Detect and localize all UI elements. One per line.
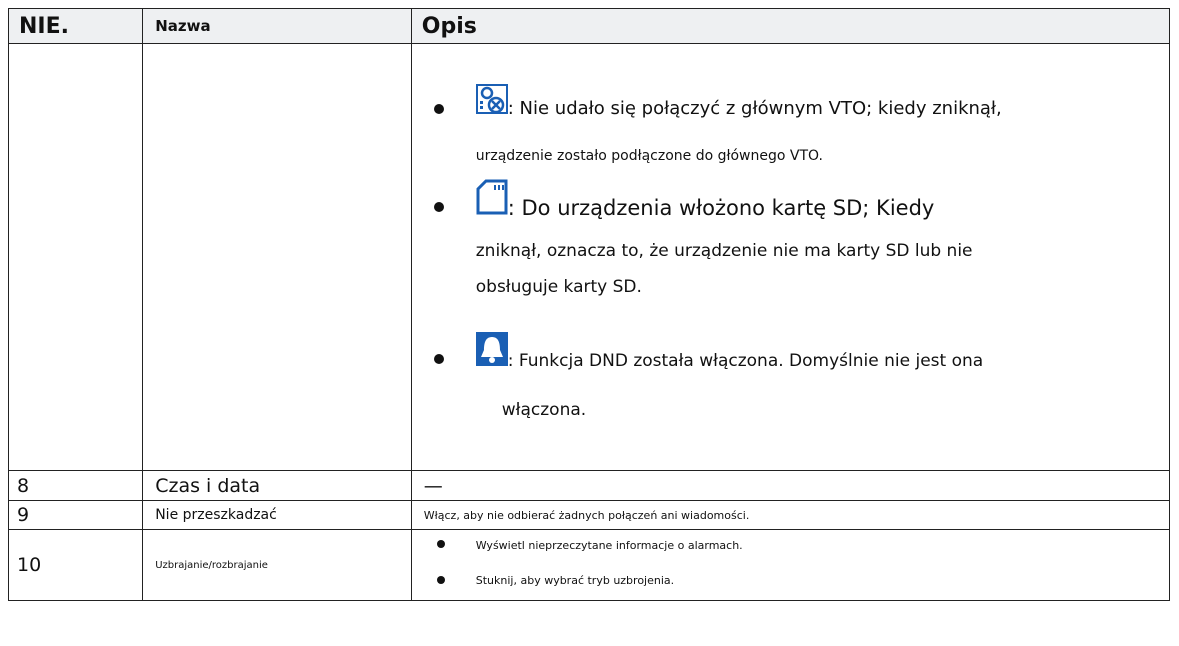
dnd-bell-icon xyxy=(475,332,508,371)
table-row: 10 Uzbrajanie/rozbrajanie Wyświetl niepr… xyxy=(7,529,1171,601)
bullet-dot xyxy=(433,202,444,212)
cell-name: Nie przeszkadzać xyxy=(142,500,412,530)
bullet-dot xyxy=(433,354,444,364)
list-item: Wyświetl nieprzeczytane informacje o ala… xyxy=(475,539,743,552)
bullet-dot xyxy=(433,104,444,114)
bullet-text: : Funkcja DND została włączona. Domyślni… xyxy=(475,332,983,371)
bullet-dot xyxy=(436,540,445,548)
header-desc: Opis xyxy=(410,8,1171,44)
vto-disconnected-icon xyxy=(475,84,508,119)
cell-no: 8 xyxy=(7,470,144,501)
cell-name-empty xyxy=(142,43,412,471)
table-row: : Nie udało się połączyć z głównym VTO; … xyxy=(7,43,1171,471)
bullet-text-cont: urządzenie zostało podłączone do główneg… xyxy=(475,148,823,164)
list-item: Stuknij, aby wybrać tryb uzbrojenia. xyxy=(475,574,675,587)
table-row: 8 Czas i data — xyxy=(7,470,1171,501)
bullet-text-cont: obsługuje karty SD. xyxy=(475,277,642,297)
table-row: 9 Nie przeszkadzać Włącz, aby nie odbier… xyxy=(7,500,1171,530)
bullet-dot xyxy=(436,576,445,584)
cell-no: 10 xyxy=(7,529,144,601)
header-name: Nazwa xyxy=(142,8,412,44)
cell-desc-icons: : Nie udało się połączyć z głównym VTO; … xyxy=(410,43,1171,471)
cell-name: Uzbrajanie/rozbrajanie xyxy=(142,529,412,601)
header-row: NIE. Nazwa Opis xyxy=(7,8,1171,44)
cell-desc-list: Wyświetl nieprzeczytane informacje o ala… xyxy=(410,529,1171,601)
cell-no-empty xyxy=(7,43,144,471)
bullet-text-cont: włączona. xyxy=(501,400,587,420)
header-no: NIE. xyxy=(7,8,144,44)
cell-desc: — xyxy=(410,470,1171,501)
description-table: NIE. Nazwa Opis: Nie udało się połączyć… xyxy=(7,8,1171,601)
cell-desc: Włącz, aby nie odbierać żadnych połączeń… xyxy=(410,500,1171,530)
bullet-text-cont: zniknął, oznacza to, że urządzenie nie m… xyxy=(475,241,973,261)
sd-card-icon xyxy=(476,179,508,220)
bullet-text: : Do urządzenia włożono kartę SD; Kiedy xyxy=(476,179,934,220)
cell-no: 9 xyxy=(7,500,144,530)
bullet-text: : Nie udało się połączyć z głównym VTO; … xyxy=(475,84,1002,119)
cell-name: Czas i data xyxy=(142,470,412,501)
